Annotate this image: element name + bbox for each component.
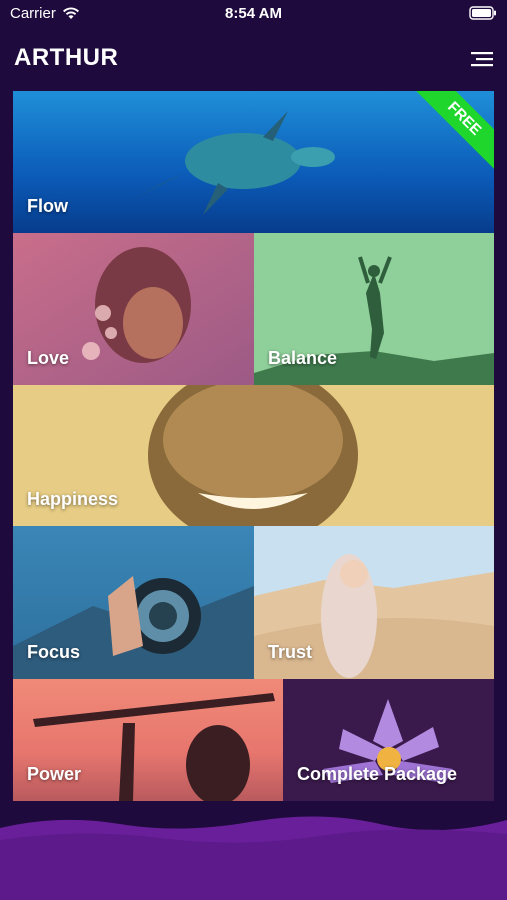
tile-label-complete-package: Complete Package (297, 764, 458, 784)
tile-label-balance: Balance (268, 348, 338, 368)
tile-label-power: Power (27, 764, 82, 784)
tile-complete-package[interactable]: Complete Package (283, 679, 494, 801)
tile-label-focus: Focus (27, 642, 81, 662)
tile-label-love: Love (27, 348, 70, 368)
tile-love[interactable]: Love (13, 233, 254, 385)
flow-image (13, 91, 494, 233)
battery-icon (469, 6, 496, 20)
clock: 8:54 AM (225, 5, 282, 22)
tile-label-happiness: Happiness (27, 489, 119, 509)
tile-label-flow: Flow (27, 196, 68, 216)
tile-trust[interactable]: Trust (254, 526, 494, 679)
tile-balance[interactable]: Balance (254, 233, 494, 385)
tile-flow[interactable]: FREE Flow (13, 91, 494, 233)
tile-power[interactable]: Power (13, 679, 283, 801)
app-header: ARTHUR (0, 36, 507, 82)
status-bar: Carrier 8:54 AM (0, 0, 507, 28)
app-title: ARTHUR (14, 44, 119, 71)
tile-happiness[interactable]: Happiness (13, 385, 494, 526)
menu-icon[interactable] (469, 48, 495, 70)
bottom-wave (0, 816, 507, 900)
tile-focus[interactable]: Focus (13, 526, 254, 679)
tile-label-trust: Trust (268, 642, 313, 662)
